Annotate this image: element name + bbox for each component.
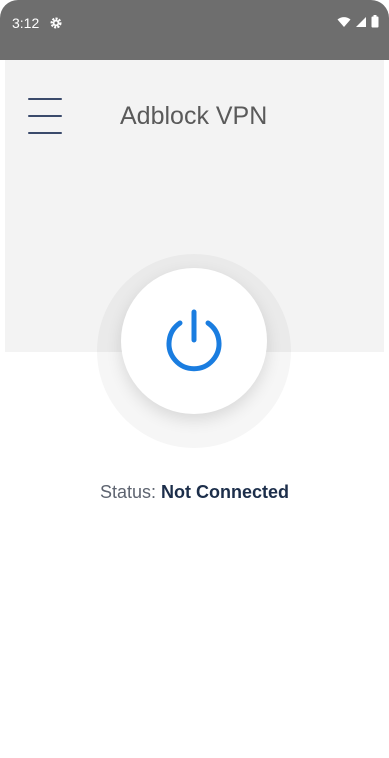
status-icons bbox=[337, 15, 379, 33]
status-value: Not Connected bbox=[161, 482, 290, 502]
hamburger-menu-icon[interactable] bbox=[28, 98, 62, 134]
power-button[interactable] bbox=[121, 268, 267, 414]
phone-screen: 3:12 Adblock VPN Status: Not Connected bbox=[0, 0, 389, 758]
status-bar: 3:12 bbox=[0, 0, 389, 60]
gear-icon bbox=[49, 16, 63, 30]
app-title: Adblock VPN bbox=[120, 102, 268, 130]
status-time: 3:12 bbox=[12, 15, 40, 31]
connection-status: Status: Not Connected bbox=[0, 482, 389, 503]
power-icon bbox=[166, 309, 222, 372]
battery-icon bbox=[371, 15, 379, 33]
wifi-icon bbox=[337, 15, 351, 33]
status-label: Status: bbox=[99, 482, 162, 502]
signal-icon bbox=[355, 15, 367, 33]
